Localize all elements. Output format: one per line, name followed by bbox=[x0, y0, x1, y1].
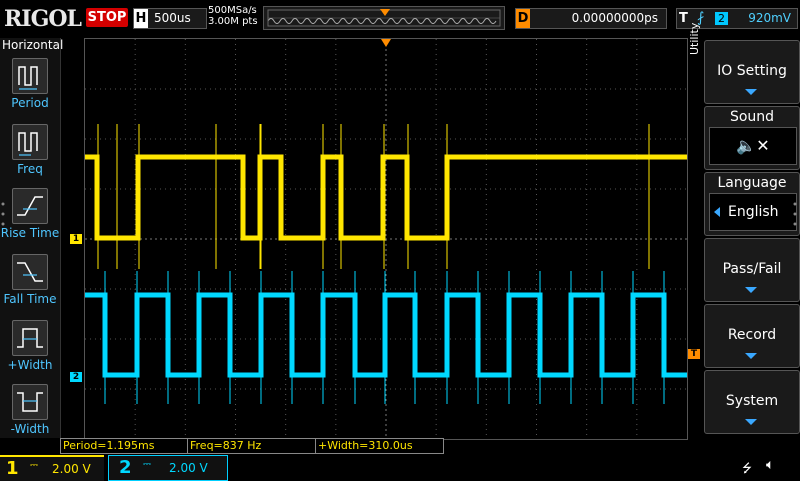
delay-value: 0.00000000ps bbox=[571, 11, 658, 25]
fall-time-label: Fall Time bbox=[3, 292, 57, 306]
fall-time-icon bbox=[12, 254, 48, 290]
rise-time-label: Rise Time bbox=[0, 226, 60, 240]
waveform-display[interactable] bbox=[84, 38, 688, 440]
chevron-left-icon bbox=[714, 207, 720, 217]
horizontal-measure-menu: Horizontal Period Freq Rise Time Fall Ti… bbox=[0, 38, 64, 438]
ch1-number: 1 bbox=[6, 458, 19, 479]
language-label: Language bbox=[717, 175, 787, 191]
freq-label: Freq bbox=[17, 162, 43, 176]
run-stop-status[interactable]: STOP bbox=[86, 8, 128, 27]
period-label: Period bbox=[11, 96, 49, 110]
ch2-coupling-icon: ⎓ bbox=[143, 459, 151, 470]
graticule bbox=[85, 39, 687, 439]
usb-icon: ⭍ bbox=[742, 461, 752, 475]
ch1-offset-marker[interactable]: 1 bbox=[70, 234, 82, 244]
chevron-down-icon bbox=[745, 89, 757, 95]
trigger-key: T bbox=[679, 11, 688, 26]
ch2-scale: 2.00 V bbox=[169, 461, 208, 475]
rise-time-icon bbox=[12, 188, 48, 224]
negative-width-label: -Width bbox=[10, 422, 50, 436]
trigger-position-marker bbox=[380, 9, 390, 16]
sample-rate: 500MSa/s bbox=[208, 5, 257, 16]
waveform-overview bbox=[267, 9, 501, 27]
positive-width-label: +Width bbox=[7, 358, 53, 372]
menu-side-label: Utility bbox=[688, 22, 701, 55]
io-setting-label: IO Setting bbox=[717, 63, 787, 79]
language-value: English bbox=[728, 204, 779, 220]
system-button[interactable]: System bbox=[704, 370, 800, 434]
ch2-offset-marker[interactable]: 2 bbox=[70, 372, 82, 382]
trigger-level: 920mV bbox=[748, 11, 791, 25]
measure-freq-button[interactable]: Freq bbox=[0, 124, 60, 186]
ch1-coupling-icon: ⎓ bbox=[30, 460, 38, 471]
ch1-status[interactable]: 1 ⎓ 2.00 V bbox=[0, 455, 104, 481]
sound-button[interactable]: Sound 🔈✕ bbox=[704, 106, 800, 170]
io-setting-button[interactable]: IO Setting bbox=[704, 40, 800, 104]
pass-fail-button[interactable]: Pass/Fail bbox=[704, 238, 800, 302]
delay-key: D bbox=[516, 9, 530, 28]
horizontal-timebase-box[interactable]: H 500us bbox=[133, 8, 207, 29]
horizontal-key: H bbox=[134, 9, 148, 28]
measurement-freq[interactable]: Freq=837 Hz bbox=[187, 438, 316, 454]
speaker-muted-icon: 🔈✕ bbox=[709, 127, 797, 165]
measure-rise-time-button[interactable]: Rise Time bbox=[0, 188, 60, 250]
brand-logo: RIGOL bbox=[4, 6, 82, 32]
memory-depth: 3.00M pts bbox=[208, 16, 258, 27]
record-button[interactable]: Record bbox=[704, 304, 800, 368]
language-button[interactable]: Language English bbox=[704, 172, 800, 236]
measurement-positive-width[interactable]: +Width=310.0us bbox=[315, 438, 444, 454]
trigger-source-badge: 2 bbox=[715, 12, 728, 25]
speaker-muted-icon: 🔈︎ bbox=[766, 457, 775, 473]
record-label: Record bbox=[727, 327, 777, 343]
measure-period-button[interactable]: Period bbox=[0, 58, 60, 120]
language-value-box: English bbox=[709, 193, 797, 231]
chevron-down-icon bbox=[745, 353, 757, 359]
delay-box[interactable]: D 0.00000000ps bbox=[515, 8, 667, 29]
chevron-down-icon bbox=[745, 287, 757, 293]
positive-width-icon bbox=[12, 320, 48, 356]
measure-negative-width-button[interactable]: -Width bbox=[0, 384, 60, 446]
timebase-value: 500us bbox=[154, 11, 191, 25]
trigger-time-marker bbox=[381, 39, 391, 47]
measure-fall-time-button[interactable]: Fall Time bbox=[0, 254, 60, 316]
measure-positive-width-button[interactable]: +Width bbox=[0, 320, 60, 382]
utility-menu: IO Setting Sound 🔈✕ Language English Pas… bbox=[704, 38, 800, 438]
acquisition-info: 500MSa/s 3.00M pts bbox=[208, 5, 258, 27]
ch2-number: 2 bbox=[119, 457, 132, 478]
trigger-position-bar[interactable] bbox=[263, 6, 505, 30]
chevron-down-icon bbox=[745, 419, 757, 425]
left-scroll-indicator bbox=[1, 200, 5, 240]
pass-fail-label: Pass/Fail bbox=[722, 261, 782, 277]
trigger-level-marker[interactable]: T bbox=[688, 349, 700, 359]
ch2-waveform bbox=[85, 292, 687, 378]
menu-scroll-indicator bbox=[793, 200, 797, 240]
menu-title: Horizontal bbox=[2, 38, 64, 52]
sound-label: Sound bbox=[729, 109, 775, 125]
period-icon bbox=[12, 58, 48, 94]
ch1-scale: 2.00 V bbox=[52, 462, 91, 476]
system-label: System bbox=[725, 393, 779, 409]
measurement-period[interactable]: Period=1.195ms bbox=[60, 438, 188, 454]
ch2-status[interactable]: 2 ⎓ 2.00 V bbox=[108, 455, 228, 481]
negative-width-icon bbox=[12, 384, 48, 420]
overview-wave bbox=[267, 18, 497, 24]
frequency-icon bbox=[12, 124, 48, 160]
